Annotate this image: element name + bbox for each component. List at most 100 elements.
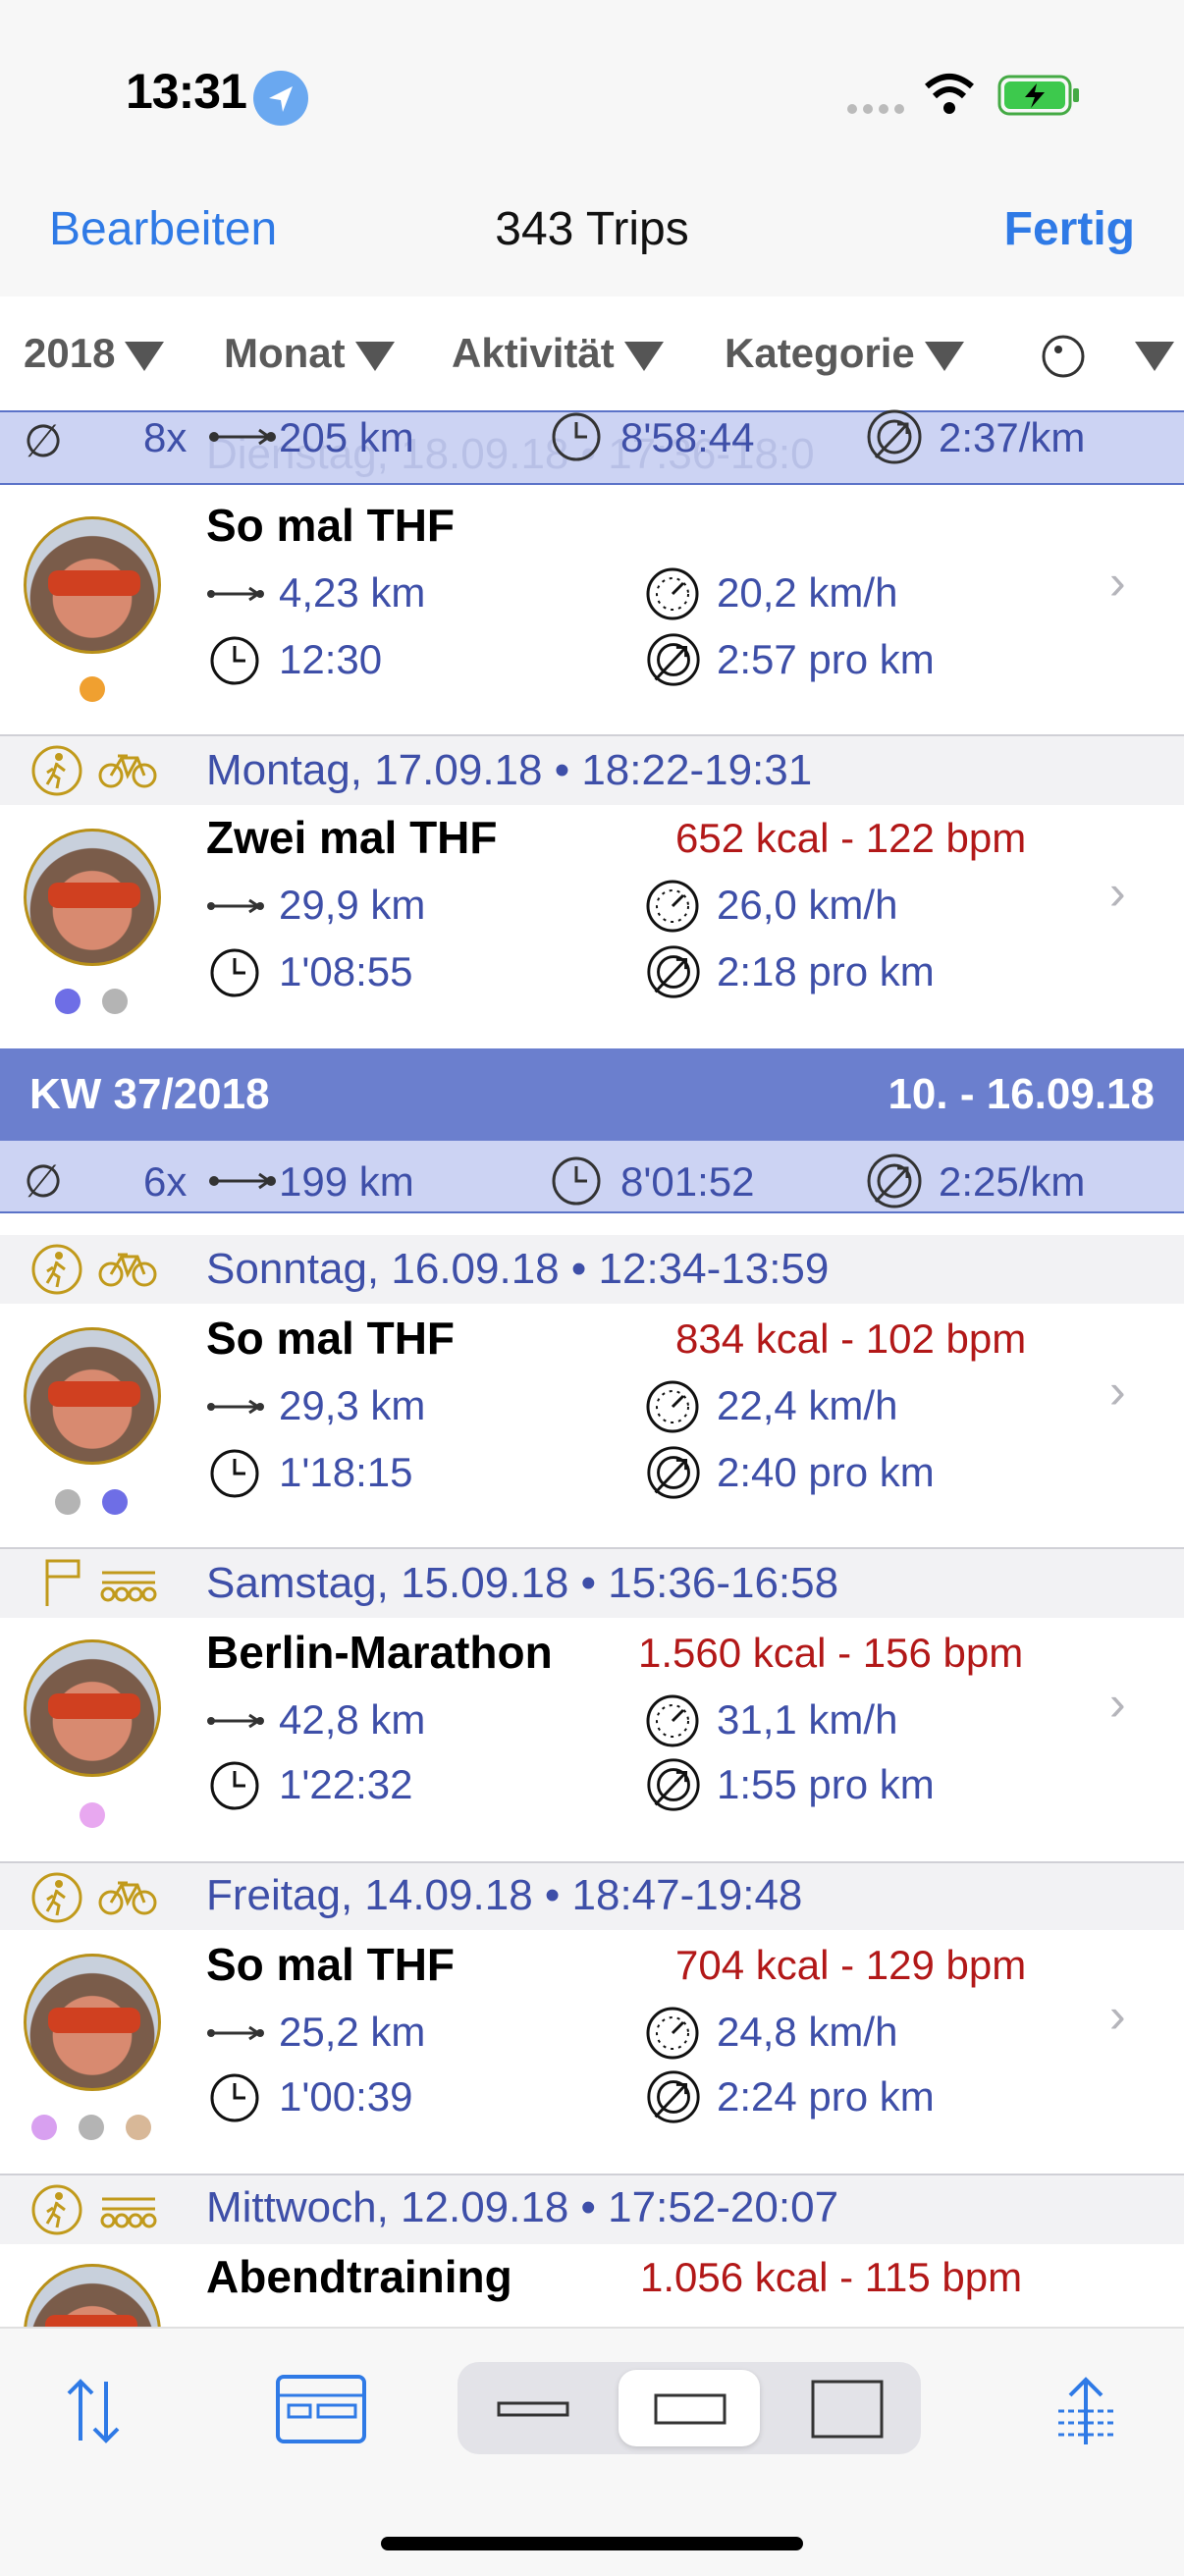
activity-filter-label: Aktivität xyxy=(452,330,615,376)
sort-icon[interactable] xyxy=(55,2372,134,2455)
distance-icon xyxy=(206,893,265,924)
trip-pace: 2:40 pro km xyxy=(717,1449,935,1495)
goggles-shape xyxy=(48,570,140,596)
trip-duration: 1'00:39 xyxy=(279,2073,413,2120)
location-icon xyxy=(253,71,308,126)
summary-count: 6x xyxy=(143,1158,188,1205)
pace-icon xyxy=(864,406,925,472)
inline-skates-icon xyxy=(98,1567,159,1607)
avatar xyxy=(24,1639,161,1777)
trip-distance: 29,9 km xyxy=(279,882,426,928)
average-icon: ∅ xyxy=(24,1155,64,1207)
chevron-right-icon: › xyxy=(1109,865,1126,920)
clock-icon xyxy=(208,2071,261,2129)
running-icon xyxy=(29,2182,84,2242)
trip-duration: 1'08:55 xyxy=(279,948,413,994)
card-view-icon[interactable] xyxy=(275,2374,367,2449)
month-filter-label: Monat xyxy=(224,330,346,376)
speedometer-icon xyxy=(644,2005,701,2066)
bicycle-icon xyxy=(98,748,157,796)
flag-icon xyxy=(43,1557,82,1613)
row-size-small-icon[interactable] xyxy=(497,2399,569,2424)
category-dot xyxy=(102,1489,128,1515)
clock-icon xyxy=(550,1154,603,1212)
trip-speed: 26,0 km/h xyxy=(717,882,898,928)
trip-duration: 1'18:15 xyxy=(279,1449,413,1495)
month-filter[interactable]: Monat xyxy=(224,330,395,377)
trip-kcal: 1.056 kcal - 115 bpm xyxy=(640,2254,1023,2300)
category-dot xyxy=(79,2115,104,2140)
year-filter[interactable]: 2018 xyxy=(24,330,165,377)
category-filter[interactable]: Kategorie xyxy=(725,330,964,377)
running-icon xyxy=(29,1242,84,1302)
summary-count: 8x xyxy=(143,414,188,460)
pace-icon xyxy=(644,2067,703,2131)
clock-icon xyxy=(208,1447,261,1505)
category-dot xyxy=(31,2115,57,2140)
row-size-large-icon[interactable] xyxy=(811,2378,884,2445)
trip-date: Samstag, 15.09.18 • 15:36-16:58 xyxy=(206,1559,839,1607)
trip-title: Berlin-Marathon xyxy=(206,1627,553,1678)
wifi-icon xyxy=(923,73,976,121)
distance-icon xyxy=(206,1394,265,1424)
activity-filter[interactable]: Aktivität xyxy=(452,330,664,377)
category-dot xyxy=(102,989,128,1014)
clock-icon xyxy=(208,634,261,692)
circle-filter-icon xyxy=(1042,335,1085,378)
category-filter-label: Kategorie xyxy=(725,330,915,376)
status-time: 13:31 xyxy=(126,64,247,119)
row-size-medium-icon[interactable] xyxy=(654,2391,727,2432)
clock-icon xyxy=(208,946,261,1004)
trip-distance: 25,2 km xyxy=(279,2009,426,2055)
trip-speed: 31,1 km/h xyxy=(717,1696,898,1743)
trip-date: Mittwoch, 12.09.18 • 17:52-20:07 xyxy=(206,2183,839,2231)
dropdown-triangle-icon xyxy=(924,341,964,371)
running-icon xyxy=(29,1870,84,1930)
distance-icon xyxy=(208,422,277,456)
trip-title: Abendtraining xyxy=(206,2251,512,2302)
goggles-shape xyxy=(48,1693,140,1719)
dropdown-triangle-icon xyxy=(1135,341,1174,371)
summary-distance: 199 km xyxy=(279,1158,414,1205)
clock-icon xyxy=(208,1759,261,1817)
chevron-right-icon: › xyxy=(1109,1988,1126,2043)
done-button[interactable]: Fertig xyxy=(1004,202,1135,256)
category-dot xyxy=(80,1802,105,1828)
trip-date: Freitag, 14.09.18 • 18:47-19:48 xyxy=(206,1871,803,1919)
trip-kcal: 652 kcal - 122 bpm xyxy=(675,815,1027,861)
trip-duration: 1'22:32 xyxy=(279,1761,413,1807)
battery-icon xyxy=(997,75,1080,121)
avatar xyxy=(24,1954,161,2091)
trip-kcal: 1.560 kcal - 156 bpm xyxy=(638,1630,1024,1676)
category-dot xyxy=(55,1489,81,1515)
trip-card[interactable] xyxy=(0,485,1184,736)
chevron-right-icon: › xyxy=(1109,555,1126,610)
trip-distance: 29,3 km xyxy=(279,1382,426,1428)
distance-icon xyxy=(206,581,265,612)
avatar xyxy=(24,829,161,966)
dropdown-triangle-icon xyxy=(623,341,664,371)
pace-icon xyxy=(644,1443,703,1507)
scroll-to-top-icon[interactable] xyxy=(1050,2372,1121,2455)
average-icon: ∅ xyxy=(24,415,64,466)
summary-duration: 8'58:44 xyxy=(620,414,755,460)
pace-icon xyxy=(644,1755,703,1819)
trip-title: Zwei mal THF xyxy=(206,812,498,863)
avatar xyxy=(24,2264,161,2327)
category-dot xyxy=(80,676,105,702)
home-indicator xyxy=(381,2537,803,2550)
trip-kcal: 834 kcal - 102 bpm xyxy=(675,1315,1027,1362)
distance-icon xyxy=(206,1708,265,1739)
dropdown-triangle-icon xyxy=(125,341,165,371)
trip-duration: 12:30 xyxy=(279,636,383,682)
clock-icon xyxy=(550,410,603,468)
week-range: 10. - 16.09.18 xyxy=(888,1070,1155,1118)
trip-pace: 2:18 pro km xyxy=(717,948,935,994)
trip-title: So mal THF xyxy=(206,500,456,551)
extra-filter[interactable] xyxy=(1041,330,1174,379)
trip-speed: 22,4 km/h xyxy=(717,1382,898,1428)
goggles-shape xyxy=(48,883,140,908)
trip-date: Sonntag, 16.09.18 • 12:34-13:59 xyxy=(206,1245,830,1293)
trip-distance: 4,23 km xyxy=(279,569,426,616)
avatar-clip xyxy=(24,2264,161,2327)
